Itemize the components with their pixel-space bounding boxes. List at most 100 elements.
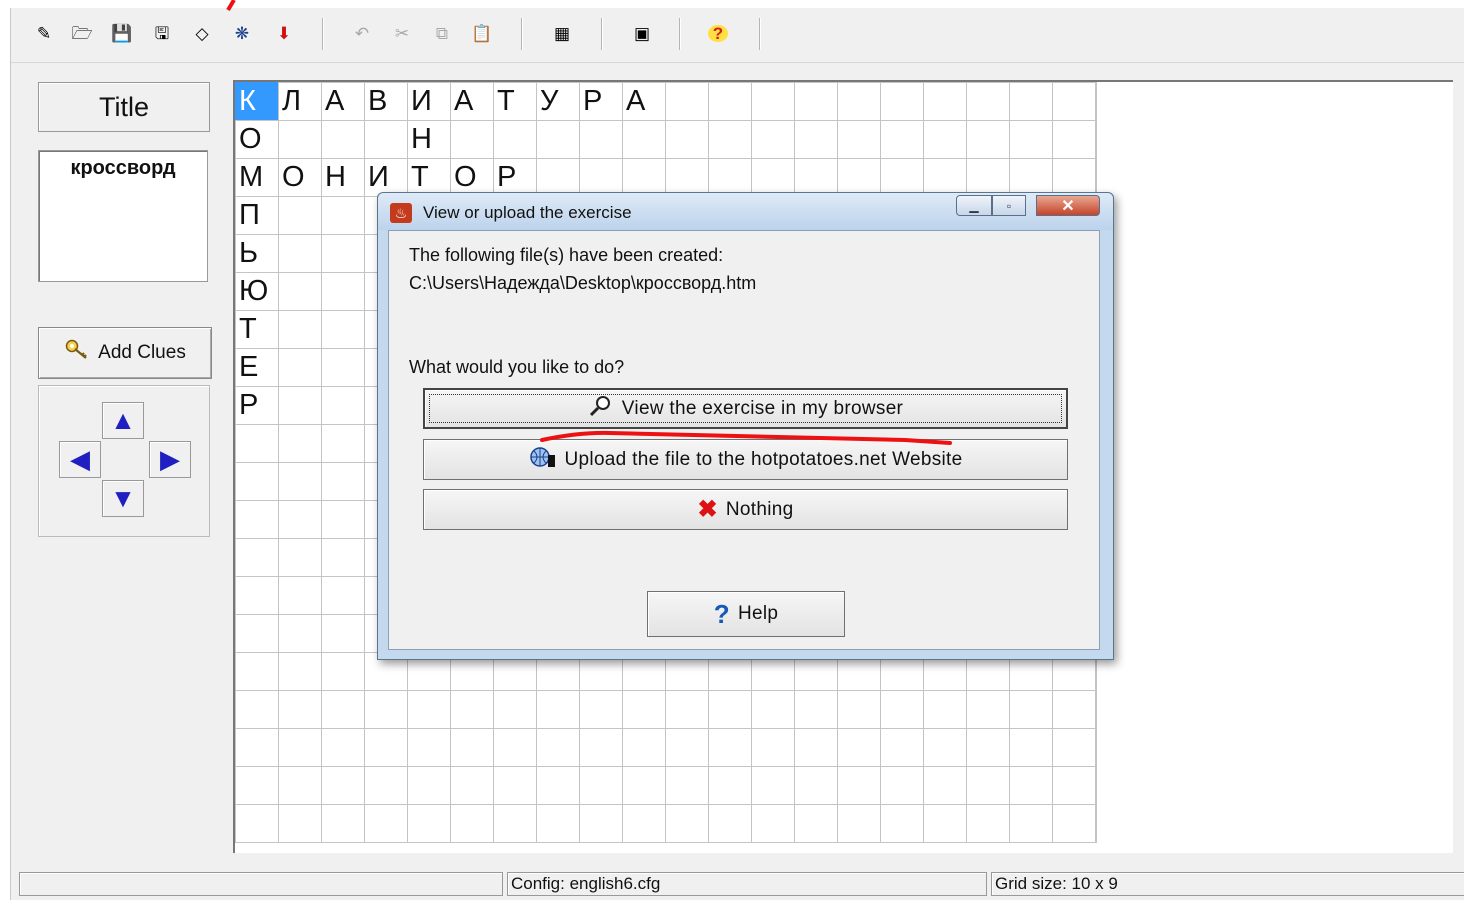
cut-icon: ✂ <box>394 23 410 43</box>
paste-icon: 📋 <box>471 23 493 43</box>
save-as-icon: 🖫 <box>154 23 170 43</box>
move-down-button[interactable]: ▼ <box>102 480 144 517</box>
title-button[interactable]: Title <box>38 82 210 132</box>
minimize-icon: ▁ <box>969 198 979 213</box>
question-text: What would you like to do? <box>409 357 625 377</box>
arrow-right-icon: ▶ <box>160 444 180 474</box>
red-down-arrow-icon: ⬇ <box>276 23 292 43</box>
grid-cell[interactable]: Н <box>321 158 364 196</box>
grid-cell[interactable]: А <box>450 82 493 120</box>
magnifier-icon <box>588 395 614 423</box>
new-file-button[interactable]: ✎ <box>31 20 57 46</box>
hot-potatoes-icon: ♨ <box>390 203 412 223</box>
grid-cell[interactable]: О <box>235 120 278 158</box>
created-text: The following file(s) have been created: <box>409 245 724 265</box>
screen-button[interactable]: ▣ <box>629 20 655 46</box>
cut-button[interactable]: ✂ <box>389 20 415 46</box>
grid-cell[interactable]: Н <box>407 120 450 158</box>
help-icon: ? <box>707 24 729 42</box>
file-path: C:\Users\Надежда\Desktop\кроссворд.htm <box>409 273 757 293</box>
status-bar: Config: english6.cfg Grid size: 10 x 9 <box>19 872 1464 896</box>
undo-icon: ↶ <box>354 23 370 43</box>
upload-button[interactable]: Upload the file to the hotpotatoes.net W… <box>423 439 1068 480</box>
paste-button[interactable]: 📋 <box>469 20 495 46</box>
title-button-label: Title <box>98 91 149 122</box>
grid-cell[interactable]: П <box>235 196 278 234</box>
grid-cell[interactable]: В <box>364 82 407 120</box>
save-button[interactable]: 💾 <box>109 20 135 46</box>
toolbar-separator <box>601 18 603 50</box>
grid-cell[interactable]: И <box>407 82 450 120</box>
grid-cell[interactable]: Р <box>493 158 536 196</box>
upload-dialog: ♨ View or upload the exercise ▁ ▫ ✕ The … <box>377 192 1114 660</box>
web-upload-icon <box>529 445 557 475</box>
status-grid-size: Grid size: 10 x 9 <box>991 872 1464 896</box>
arrow-up-icon: ▲ <box>110 405 136 435</box>
maximize-icon: ▫ <box>1006 198 1012 213</box>
eraser-button[interactable]: ◇ <box>189 20 215 46</box>
maximize-button[interactable]: ▫ <box>992 195 1026 216</box>
nothing-label: Nothing <box>725 498 794 520</box>
status-config: Config: english6.cfg <box>507 872 987 896</box>
dialog-title: View or upload the exercise <box>423 203 632 222</box>
grid-cell[interactable]: Е <box>235 348 278 386</box>
help-label: Help <box>737 603 779 624</box>
add-clues-button[interactable]: Add Clues <box>38 327 212 379</box>
toolbar-separator <box>322 18 324 50</box>
grid-button[interactable]: ▦ <box>549 20 575 46</box>
new-file-icon: ✎ <box>36 23 52 43</box>
grid-cell[interactable]: К <box>235 82 278 120</box>
add-clues-label: Add Clues <box>98 342 186 363</box>
close-button[interactable]: ✕ <box>1036 195 1100 216</box>
view-in-browser-label: View the exercise in my browser <box>621 397 904 419</box>
grid-cell[interactable]: Р <box>579 82 622 120</box>
grid-cell[interactable]: А <box>321 82 364 120</box>
copy-icon: ⧉ <box>435 23 449 43</box>
arrow-down-icon: ▼ <box>110 483 136 513</box>
open-folder-button[interactable]: 🗁 <box>69 20 95 46</box>
web-export-button[interactable]: ❋ <box>229 20 255 46</box>
key-icon <box>64 338 92 368</box>
title-field[interactable]: кроссворд <box>38 150 208 282</box>
view-in-browser-button[interactable]: View the exercise in my browser <box>423 388 1068 429</box>
grid-cell[interactable]: У <box>536 82 579 120</box>
copy-button[interactable]: ⧉ <box>429 20 455 46</box>
minimize-button[interactable]: ▁ <box>956 195 992 216</box>
grid-cell[interactable]: О <box>450 158 493 196</box>
grid-cell[interactable]: И <box>364 158 407 196</box>
arrow-panel: ▲ ◀ ▶ ▼ <box>38 385 210 537</box>
grid-cell[interactable]: М <box>235 158 278 196</box>
grid-cell[interactable]: Ю <box>235 272 278 310</box>
save-icon: 💾 <box>111 23 133 43</box>
open-folder-icon: 🗁 <box>71 23 93 43</box>
move-right-button[interactable]: ▶ <box>149 441 191 478</box>
grid-icon: ▦ <box>553 23 571 43</box>
status-panel-empty <box>19 872 503 896</box>
red-x-icon: ✖ <box>697 496 718 523</box>
help-icon: ? <box>713 598 730 629</box>
grid-cell[interactable]: Т <box>235 310 278 348</box>
move-left-button[interactable]: ◀ <box>59 441 101 478</box>
toolbar-separator <box>759 18 761 50</box>
grid-cell[interactable]: А <box>622 82 665 120</box>
grid-cell[interactable]: О <box>278 158 321 196</box>
dialog-body: The following file(s) have been created:… <box>388 230 1100 650</box>
screen-icon: ▣ <box>633 23 651 43</box>
save-as-button[interactable]: 🖫 <box>149 20 175 46</box>
nothing-button[interactable]: ✖ Nothing <box>423 489 1068 530</box>
grid-cell[interactable]: Т <box>407 158 450 196</box>
grid-cell[interactable]: Л <box>278 82 321 120</box>
move-up-button[interactable]: ▲ <box>102 402 144 439</box>
toolbar: ✎ 🗁 💾 🖫 ◇ ❋ ⬇ ↶ ✂ ⧉ 📋 ▦ ▣? <box>11 8 1464 63</box>
grid-cell[interactable]: Ь <box>235 234 278 272</box>
grid-cell[interactable]: Р <box>235 386 278 424</box>
web-export-icon: ❋ <box>234 23 250 43</box>
dialog-title-bar[interactable]: ♨ View or upload the exercise ▁ ▫ ✕ <box>378 193 1113 230</box>
grid-cell[interactable]: Т <box>493 82 536 120</box>
red-down-arrow-button[interactable]: ⬇ <box>271 20 297 46</box>
arrow-left-icon: ◀ <box>70 444 90 474</box>
toolbar-separator <box>521 18 523 50</box>
help-button[interactable]: ? <box>705 20 731 46</box>
undo-button[interactable]: ↶ <box>349 20 375 46</box>
help-button[interactable]: ? Help <box>647 591 845 637</box>
